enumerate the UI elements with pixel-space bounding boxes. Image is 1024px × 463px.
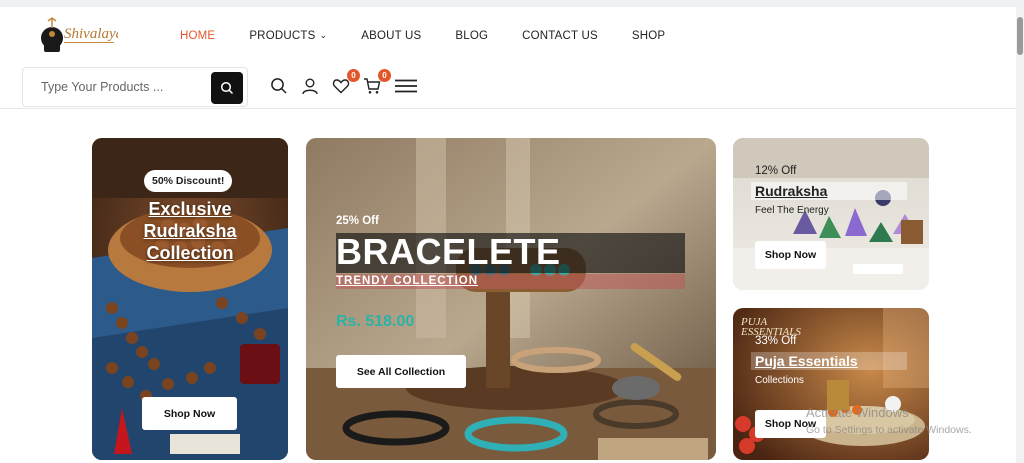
title-line-1: Exclusive [148,199,232,219]
header-search-button[interactable] [268,75,290,97]
see-all-collection-button[interactable]: See All Collection [336,355,466,388]
activate-windows-watermark: Activate Windows Go to Settings to activ… [806,404,972,436]
nav-shop[interactable]: SHOP [632,30,665,42]
discount-label: 33% Off [755,335,797,347]
header-icons: 0 0 [268,69,417,97]
search-icon [220,81,234,95]
price-label: Rs. 518.00 [336,313,415,330]
top-strip [0,0,1024,7]
nav-blog[interactable]: BLOG [455,30,488,42]
discount-badge: 50% Discount! [144,170,233,192]
nav-products-label: PRODUCTS [249,30,316,42]
cart-button[interactable]: 0 [361,69,391,97]
subtitle-label: Collections [755,375,804,386]
search-input[interactable] [41,80,201,94]
account-button[interactable] [299,75,321,97]
discount-label: 25% Off [336,215,379,227]
rudraksha-title[interactable]: Rudraksha [755,183,827,199]
title-line-2: Rudraksha [143,221,237,241]
cart-count-badge: 0 [378,69,391,82]
subtitle-label: Feel The Energy [755,205,829,216]
site-logo[interactable]: Shivalaya [38,12,123,54]
watermark-line-1: Activate Windows [806,405,909,420]
watermark-line-2: Go to Settings to activate Windows. [806,424,972,436]
search-icon [271,78,287,94]
chevron-down-icon: ⌄ [319,29,328,40]
wishlist-button[interactable]: 0 [330,69,360,97]
shiva-logo-icon: Shivalaya [41,17,123,52]
scrollbar-thumb[interactable] [1017,17,1023,55]
nav-about-us[interactable]: ABOUT US [361,30,421,42]
hamburger-menu-icon [395,79,417,93]
logo-wordmark: Shivalaya [64,26,118,42]
banner-rudraksha-collection[interactable]: 50% Discount! Exclusive Rudraksha Collec… [92,138,288,460]
cart-icon [364,78,381,94]
discount-label: 12% Off [755,165,797,177]
main-nav: HOME PRODUCTS ⌄ ABOUT US BLOG CONTACT US … [180,29,665,43]
header-divider [0,108,1016,109]
search-button[interactable] [211,72,243,104]
search-box [22,67,248,107]
title-line-3: Collection [146,243,234,263]
wishlist-count-badge: 0 [347,69,360,82]
nav-contact-us[interactable]: CONTACT US [522,30,598,42]
nav-home[interactable]: HOME [180,30,215,42]
banner-rudraksha-energy[interactable]: 12% Off Rudraksha Feel The Energy Shop N… [733,138,929,290]
heart-icon [332,79,350,94]
bracelete-banner-image [306,138,716,460]
bracelete-title[interactable]: BRACELETE [336,231,561,273]
user-icon [302,78,318,95]
menu-button[interactable] [395,75,417,97]
puja-essentials-title[interactable]: Puja Essentials [755,353,858,369]
puja-essentials-brand-mark: PUJA ESSENTIALS [741,317,801,338]
shop-now-button[interactable]: Shop Now [142,397,237,430]
banner-bracelete[interactable]: 25% Off BRACELETE TRENDY COLLECTION Rs. … [306,138,716,460]
rudraksha-collection-title[interactable]: Exclusive Rudraksha Collection [92,198,288,264]
shop-now-button[interactable]: Shop Now [755,241,826,269]
trendy-collection-link[interactable]: TRENDY COLLECTION [336,275,478,287]
page-scrollbar[interactable] [1016,7,1024,463]
nav-products[interactable]: PRODUCTS ⌄ [249,29,328,43]
